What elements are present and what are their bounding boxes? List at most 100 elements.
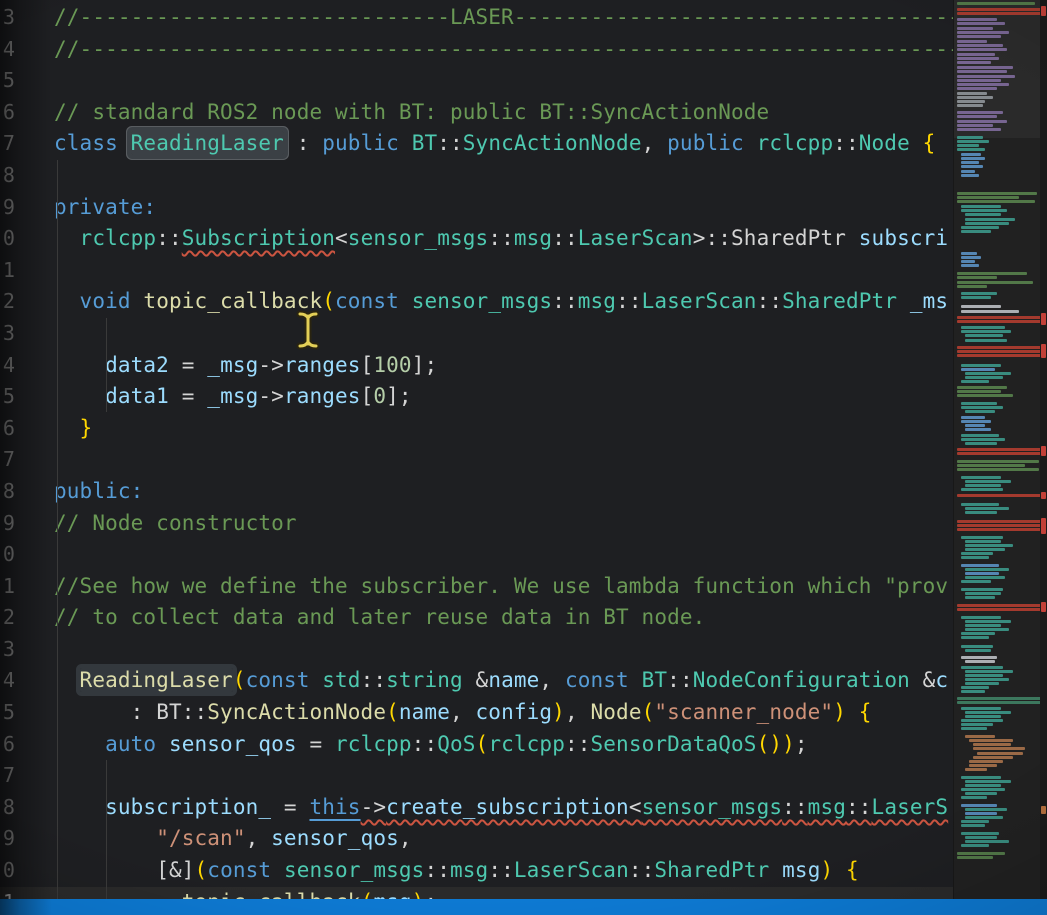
minimap-line — [961, 260, 975, 263]
code-line[interactable]: 0 — [0, 539, 953, 571]
code-line[interactable]: 3 — [0, 634, 953, 666]
code-token: Node — [591, 700, 642, 724]
code-token: // Node constructor — [54, 511, 297, 535]
code-token: & — [910, 668, 936, 692]
code-area[interactable]: 3//-----------------------------LASER---… — [0, 2, 953, 915]
status-bar[interactable] — [0, 899, 1047, 915]
line-number[interactable]: 5 — [0, 697, 15, 729]
minimap-line — [957, 35, 1001, 38]
minimap-line — [965, 222, 1009, 225]
code-line[interactable]: 5 — [0, 65, 953, 97]
line-number[interactable]: 4 — [0, 350, 15, 382]
line-number[interactable]: 6 — [0, 729, 15, 761]
line-number[interactable]: 1 — [0, 255, 15, 287]
code-line[interactable]: 6// standard ROS2 node with BT: public B… — [0, 97, 953, 129]
code-line[interactable]: 9private: — [0, 192, 953, 224]
line-number[interactable]: 4 — [0, 34, 15, 66]
code-line[interactable]: 7 — [0, 760, 953, 792]
line-number[interactable]: 7 — [0, 444, 15, 476]
code-line[interactable]: 0 rclcpp::Subscription<sensor_msgs::msg:… — [0, 223, 953, 255]
code-line[interactable]: 5 data1 = _msg->ranges[0]; — [0, 381, 953, 413]
line-number[interactable]: 9 — [0, 823, 15, 855]
code-token: [&] — [156, 858, 194, 882]
code-text: void topic_callback(const sensor_msgs::m… — [54, 289, 948, 313]
line-number[interactable]: 1 — [0, 571, 15, 603]
line-number[interactable]: 5 — [0, 65, 15, 97]
minimap-line — [957, 136, 983, 139]
line-number[interactable]: 6 — [0, 97, 15, 129]
minimap-line — [961, 636, 989, 639]
code-line[interactable]: 3 — [0, 318, 953, 350]
code-line[interactable]: 7 — [0, 444, 953, 476]
line-number[interactable]: 6 — [0, 413, 15, 445]
line-number[interactable]: 3 — [0, 318, 15, 350]
minimap-line — [957, 83, 1009, 86]
code-token: ReadingLaser — [80, 668, 233, 692]
minimap[interactable] — [953, 0, 1041, 915]
code-line[interactable]: 2 void topic_callback(const sensor_msgs:… — [0, 286, 953, 318]
line-number[interactable]: 2 — [0, 602, 15, 634]
minimap-line — [957, 354, 1041, 357]
minimap-line — [961, 292, 997, 295]
line-number[interactable]: 3 — [0, 2, 15, 34]
code-token: msg — [450, 858, 488, 882]
code-line[interactable]: 7class ReadingLaser : public BT::SyncAct… — [0, 128, 953, 160]
line-number[interactable]: 9 — [0, 508, 15, 540]
line-number[interactable]: 0 — [0, 223, 15, 255]
code-token: :: — [846, 795, 872, 819]
line-number[interactable]: 3 — [0, 634, 15, 666]
code-line[interactable]: 6 auto sensor_qos = rclcpp::QoS(rclcpp::… — [0, 729, 953, 761]
minimap-line — [961, 310, 1019, 313]
line-number[interactable]: 0 — [0, 855, 15, 887]
minimap-line — [957, 8, 1041, 11]
code-line[interactable]: 4 ReadingLaser(const std::string &name, … — [0, 665, 953, 697]
code-token — [910, 131, 923, 155]
minimap-line — [965, 592, 1001, 595]
minimap-line — [965, 784, 1001, 787]
line-number[interactable]: 8 — [0, 476, 15, 508]
code-line[interactable]: 5 : BT::SyncActionNode(name, config), No… — [0, 697, 953, 729]
code-line[interactable]: 2// to collect data and later reuse data… — [0, 602, 953, 634]
code-token: sensor_qos — [169, 732, 297, 756]
minimap-line — [957, 608, 1041, 611]
minimap-line — [961, 564, 999, 567]
minimap-line — [957, 48, 1007, 51]
line-number[interactable]: 0 — [0, 539, 15, 571]
code-token — [156, 732, 169, 756]
code-line[interactable]: 8 subscription_ = this->create_subscript… — [0, 792, 953, 824]
ruler-error-mark — [1041, 446, 1046, 456]
code-token: ( — [233, 668, 246, 692]
minimap-line — [957, 66, 1013, 69]
code-line[interactable]: 1 — [0, 255, 953, 287]
line-number[interactable]: 4 — [0, 665, 15, 697]
line-number[interactable]: 7 — [0, 128, 15, 160]
code-token: :: — [424, 858, 450, 882]
overview-ruler[interactable] — [1040, 0, 1047, 915]
minimap-line — [961, 788, 1005, 791]
line-number[interactable]: 7 — [0, 760, 15, 792]
code-line[interactable]: 8 — [0, 160, 953, 192]
code-line[interactable]: 6 } — [0, 413, 953, 445]
line-number[interactable]: 2 — [0, 286, 15, 318]
code-line[interactable]: 1//See how we define the subscriber. We … — [0, 571, 953, 603]
code-line[interactable]: 0 [&](const sensor_msgs::msg::LaserScan:… — [0, 855, 953, 887]
line-number[interactable]: 8 — [0, 160, 15, 192]
code-line[interactable]: 4 data2 = _msg->ranges[100]; — [0, 350, 953, 382]
minimap-line — [961, 434, 999, 437]
ruler-error-mark — [1041, 806, 1046, 814]
minimap-line — [961, 296, 991, 299]
minimap-line — [957, 70, 1007, 73]
line-number[interactable]: 5 — [0, 381, 15, 413]
minimap-line — [965, 372, 1011, 375]
line-number[interactable]: 9 — [0, 192, 15, 224]
code-line[interactable]: 3//-----------------------------LASER---… — [0, 2, 953, 34]
line-number[interactable]: 8 — [0, 792, 15, 824]
code-token: SyncActionNode — [463, 131, 642, 155]
minimap-line — [965, 682, 999, 685]
code-line[interactable]: 4//-------------------------------------… — [0, 34, 953, 66]
code-token: , — [450, 700, 476, 724]
code-line[interactable]: 9 "/scan", sensor_qos, — [0, 823, 953, 855]
code-line[interactable]: 9 // Node constructor — [0, 508, 953, 540]
code-token: subscription_ — [105, 795, 271, 819]
code-line[interactable]: 8public: — [0, 476, 953, 508]
